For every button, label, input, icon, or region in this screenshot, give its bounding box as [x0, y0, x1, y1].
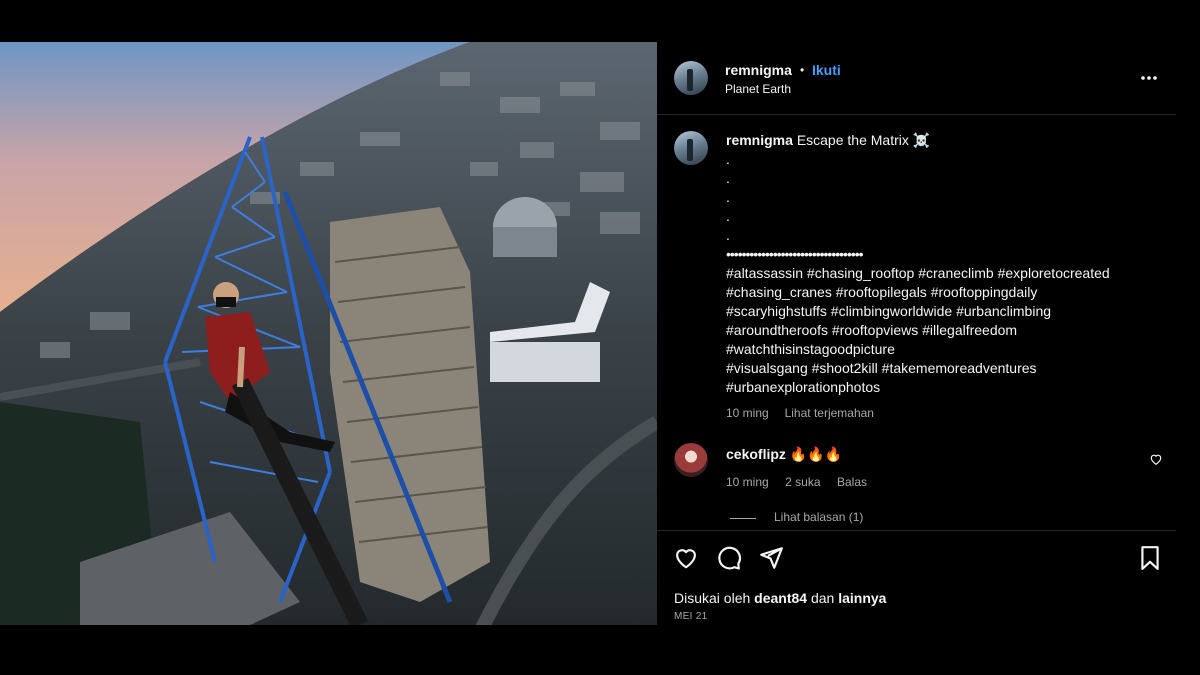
comment-timestamp[interactable]: 10 ming [726, 475, 769, 489]
liked-by-others[interactable]: lainnya [838, 590, 886, 606]
hashtag-line[interactable]: #urbanexplorationphotos [726, 378, 1146, 397]
hashtag-line[interactable]: #watchthisinstagoodpicture [726, 340, 1146, 359]
comment-body: cekoflipz 🔥🔥🔥 [726, 446, 842, 463]
caption-username[interactable]: remnigma [726, 132, 793, 148]
post-date[interactable]: MEI 21 [674, 611, 707, 622]
author-username[interactable]: remnigma [725, 62, 792, 78]
view-replies-button[interactable]: Lihat balasan (1) [774, 510, 863, 524]
comment-likes[interactable]: 2 suka [785, 475, 820, 489]
translate-link[interactable]: Lihat terjemahan [785, 406, 874, 420]
caption-bullet-line: ••••••••••••••••••••••••••••••••••• [726, 246, 864, 262]
post-header: remnigma • Ikuti Planet Earth [657, 42, 1176, 115]
replies-divider [730, 518, 756, 519]
hashtag-line[interactable]: #altassassin #chasing_rooftop #craneclim… [726, 264, 1146, 283]
save-bookmark-icon[interactable] [1139, 545, 1161, 576]
caption-dot-line: . [726, 227, 730, 243]
post-actions: Disukai oleh deant84 dan lainnya MEI 21 [657, 530, 1176, 626]
post-location[interactable]: Planet Earth [725, 82, 791, 96]
caption-dot-line: . [726, 151, 730, 167]
hashtag-line[interactable]: #scaryhighstuffs #climbingworldwide #urb… [726, 302, 1146, 321]
comment-text: 🔥🔥🔥 [789, 446, 843, 462]
author-avatar[interactable] [674, 61, 708, 95]
caption-text: Escape the Matrix ☠️ [796, 132, 931, 148]
hashtag-line[interactable]: #aroundtheroofs #rooftopviews #illegalfr… [726, 321, 1146, 340]
post-photo[interactable] [0, 42, 657, 625]
hashtag-line[interactable]: #chasing_cranes #rooftopilegals #rooftop… [726, 283, 1146, 302]
follow-button[interactable]: Ikuti [812, 62, 841, 78]
caption-dot-line: . [726, 170, 730, 186]
comment-meta: 10 ming 2 suka Balas [726, 473, 867, 491]
like-heart-icon[interactable] [673, 545, 699, 576]
post-caption: remnigma Escape the Matrix ☠️ . . . . . … [726, 131, 1146, 423]
comment-bubble-icon[interactable] [716, 545, 742, 576]
post-panel: remnigma • Ikuti Planet Earth remnigma E… [657, 42, 1176, 625]
comment-heart-icon[interactable] [1149, 452, 1163, 466]
liked-by-connector: dan [810, 590, 835, 606]
liked-by-user[interactable]: deant84 [754, 590, 807, 606]
more-options-icon[interactable] [1139, 68, 1159, 88]
hashtag-line[interactable]: #visualsgang #shoot2kill #takememoreadve… [726, 359, 1146, 378]
reply-button[interactable]: Balas [837, 475, 867, 489]
share-send-icon[interactable] [758, 545, 784, 576]
caption-timestamp[interactable]: 10 ming [726, 406, 769, 420]
caption-author-avatar[interactable] [674, 131, 708, 165]
comment-username[interactable]: cekoflipz [726, 446, 786, 462]
commenter-avatar[interactable] [674, 443, 708, 477]
separator-dot: • [800, 63, 805, 77]
likes-summary: Disukai oleh deant84 dan lainnya [674, 590, 886, 606]
liked-by-prefix: Disukai oleh [674, 590, 751, 606]
caption-dot-line: . [726, 208, 730, 224]
caption-dot-line: . [726, 189, 730, 205]
photo-illustration [0, 42, 657, 625]
